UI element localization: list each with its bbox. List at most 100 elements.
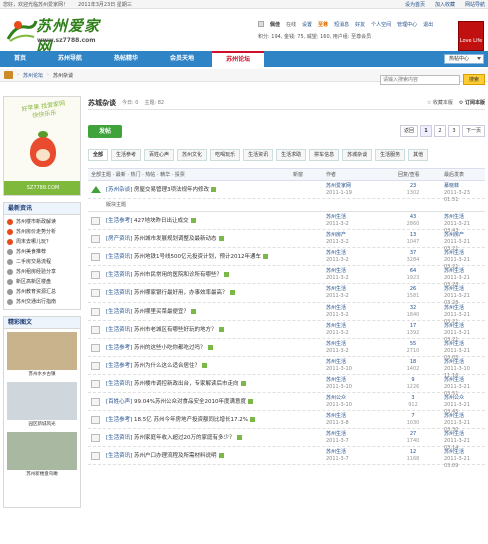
last-poster[interactable]: 苏州生活 (444, 359, 464, 365)
table-row[interactable]: [房产资讯] 苏州城市发展规划调整及最新动态 苏州房产 2011-3-2 13 10… (88, 230, 485, 252)
last-poster[interactable]: 苏州生活 (444, 413, 464, 419)
topic-title[interactable]: 房屋交易管理3项法规年内修改 (134, 187, 209, 193)
table-row[interactable]: [生活资讯] 苏州地铁1号线500亿元投资计划，预计2012年通车 苏州生活 20… (88, 248, 485, 270)
nav-quick-select[interactable]: 热帖中心 (444, 54, 484, 64)
list-item[interactable]: 周末去哪儿玩？ (7, 237, 77, 247)
table-row[interactable]: [苏州杂谈] 房屋交易管理3项法规年内修改 苏州爱家网 2011-1-19 23 1… (88, 181, 485, 203)
topic-category[interactable]: [生活资讯] (106, 309, 132, 315)
topic-category[interactable]: [生活参考] (106, 363, 132, 369)
photo-thumb[interactable]: 苏州水乡古镇 (7, 332, 77, 377)
table-row[interactable]: [百姓心声] 99.04%苏州公众对食品安全2010年度满意度 苏州公众 2011… (88, 393, 485, 415)
favorite-link[interactable]: 加入收藏 (435, 1, 455, 8)
topic-category[interactable]: [苏州杂谈] (106, 187, 132, 193)
topic-title[interactable]: 苏州楼市调控新政出台，专家解读后市走向 (134, 381, 239, 387)
filter-tab[interactable]: 百姓心声 (144, 148, 175, 161)
username-link[interactable]: 佩佳 (270, 21, 280, 28)
site-nav-link[interactable]: 网站导航 (465, 1, 485, 8)
last-poster[interactable]: 苏州生活 (444, 377, 464, 383)
topic-title[interactable]: 99.04%苏州公众对食品安全2010年度满意度 (134, 399, 246, 405)
topic-title[interactable]: 苏州城市发展规划调整及最新动态 (134, 236, 217, 242)
filter-tab[interactable]: 生活服务 (375, 148, 406, 161)
topic-author[interactable]: 苏州生活 (326, 431, 346, 437)
last-poster[interactable]: 苏州生活 (444, 250, 464, 256)
filter-tab[interactable]: 生活参考 (111, 148, 142, 161)
topic-title[interactable]: 苏州家庭年收入超过20万的家庭有多少？ (134, 435, 235, 441)
topic-title[interactable]: 427地块昨日出让成交 (134, 218, 189, 224)
filter-tab[interactable]: 生活求助 (276, 148, 307, 161)
topic-category[interactable]: [生活资讯] (106, 435, 132, 441)
table-row[interactable]: [生活资讯] 苏州市民常用的医院和诊所有哪些？ 苏州生活 2011-3-2 64 1… (88, 266, 485, 288)
last-poster[interactable]: 苏州生活 (444, 431, 464, 437)
topic-title[interactable]: 苏州哪家银行最好用，办事效率最高？ (134, 290, 228, 296)
nav-tab-members[interactable]: 会员天地 (156, 51, 208, 67)
header-new-window[interactable]: 新窗 (293, 171, 303, 178)
pager-next[interactable]: 下一页 (461, 125, 485, 137)
topic-author[interactable]: 苏州生活 (326, 305, 346, 311)
filter-tab[interactable]: 生活资讯 (243, 148, 274, 161)
topic-title[interactable]: 苏州户口办理流程及所需材料说明 (134, 453, 217, 459)
topic-author[interactable]: 苏州生活 (326, 359, 346, 365)
list-item[interactable]: 苏州美食推荐 (7, 247, 77, 257)
topic-author[interactable]: 苏州生活 (326, 449, 346, 455)
header-filters[interactable]: 全部主题 · 最新 · 热门 · 热帖 · 精华 · 投票 (91, 171, 185, 178)
favorite-forum-button[interactable]: ☆ 收藏本版 (427, 99, 453, 106)
topic-author[interactable]: 苏州生活 (326, 323, 346, 329)
filter-tab[interactable]: 拼车信息 (309, 148, 340, 161)
promo-banner[interactable]: Love Life (458, 21, 484, 51)
topic-title[interactable]: 苏州市老城区有哪些好玩的地方？ (134, 327, 217, 333)
last-poster[interactable]: 苏州生活 (444, 341, 464, 347)
topic-category[interactable]: [生活资讯] (106, 272, 132, 278)
topic-author[interactable]: 苏州生活 (326, 250, 346, 256)
topic-category[interactable]: [生活资讯] (106, 290, 132, 296)
nav-tab-hot[interactable]: 热帖精华 (100, 51, 152, 67)
list-item[interactable]: 苏州交通出行指南 (7, 297, 77, 307)
list-item[interactable]: 苏州教育资源汇总 (7, 287, 77, 297)
list-item[interactable]: 苏州房价走势分析 (7, 227, 77, 237)
last-poster[interactable]: 苏州公众 (444, 395, 464, 401)
topic-title[interactable]: 苏州市民常用的医院和诊所有哪些？ (134, 272, 222, 278)
settings-link[interactable]: 设置 (302, 21, 312, 28)
photo-thumb[interactable]: 苏州新楼盘鸟瞰 (7, 432, 77, 477)
table-row[interactable]: [生活资讯] 苏州哪家银行最好用，办事效率最高？ 苏州生活 2011-3-2 26… (88, 284, 485, 306)
table-row[interactable]: [生活资讯] 苏州市老城区有哪些好玩的地方？ 苏州生活 2011-3-2 17 13… (88, 321, 485, 343)
filter-tab[interactable]: 苏城杂谈 (342, 148, 373, 161)
new-post-button[interactable]: 发帖 (88, 124, 122, 138)
list-item[interactable]: 二手房交易流程 (7, 257, 77, 267)
topic-author[interactable]: 苏州生活 (326, 377, 346, 383)
topic-category[interactable]: [百姓心声] (106, 399, 132, 405)
table-row[interactable]: [生活资讯] 苏州楼市调控新政出台，专家解读后市走向 苏州生活 2011-3-10… (88, 375, 485, 397)
table-row[interactable]: [生活资讯] 苏州家庭年收入超过20万的家庭有多少？ 苏州生活 2011-3-7 … (88, 429, 485, 451)
table-row[interactable]: [生活参考] 苏州为什么这么适合居住？ 苏州生活 2011-3-10 18 1402… (88, 357, 485, 379)
table-row[interactable]: [生活参考] 427地块昨日出让成交 苏州生活 2011-3-2 43 2860 苏… (88, 212, 485, 234)
pager-back[interactable]: 返回 (399, 125, 418, 137)
site-logo[interactable]: 苏州爱家网 www.sz7788.com (4, 13, 114, 56)
forum-search-button[interactable]: 搜索 (462, 74, 485, 85)
last-poster[interactable]: 苏州生活 (444, 305, 464, 311)
topic-category[interactable]: [生活资讯] (106, 453, 132, 459)
filter-tab[interactable]: 苏州文化 (177, 148, 208, 161)
topic-author[interactable]: 苏州生活 (326, 413, 346, 419)
topic-category[interactable]: [生活参考] (106, 417, 132, 423)
table-row[interactable]: [生活资讯] 苏州户口办理流程及所需材料说明 苏州生活 2011-3-7 12 11… (88, 447, 485, 469)
nav-tab-home[interactable]: 首页 (0, 51, 40, 67)
friends-link[interactable]: 好友 (355, 21, 365, 28)
subscribe-forum-button[interactable]: ⚙ 订阅本版 (459, 99, 485, 106)
filter-tab[interactable]: 全部 (88, 148, 109, 161)
last-poster[interactable]: 苏州房产 (444, 232, 464, 238)
topic-author[interactable]: 苏州爱家网 (326, 183, 351, 189)
avatar[interactable] (258, 21, 264, 27)
topic-author[interactable]: 苏州房产 (326, 232, 346, 238)
topic-author[interactable]: 苏州生活 (326, 286, 346, 292)
table-row[interactable]: [生活资讯] 苏州哪里买菜最便宜？ 苏州生活 2011-3-2 32 1840 苏州… (88, 303, 485, 325)
topic-author[interactable]: 苏州生活 (326, 214, 346, 220)
set-home-link[interactable]: 设为首页 (405, 1, 425, 8)
last-poster[interactable]: 慕晓菲 (444, 183, 459, 189)
home-icon[interactable] (4, 71, 13, 79)
topic-author[interactable]: 苏州公众 (326, 395, 346, 401)
last-poster[interactable]: 苏州生活 (444, 449, 464, 455)
nav-tab-forum[interactable]: 苏州论坛 (212, 51, 265, 67)
topic-category[interactable]: [生活资讯] (106, 327, 132, 333)
list-item[interactable]: 苏州楼市新政解读 (7, 217, 77, 227)
topic-title[interactable]: 苏州哪里买菜最便宜？ (134, 309, 189, 315)
topic-category[interactable]: [生活参考] (106, 218, 132, 224)
